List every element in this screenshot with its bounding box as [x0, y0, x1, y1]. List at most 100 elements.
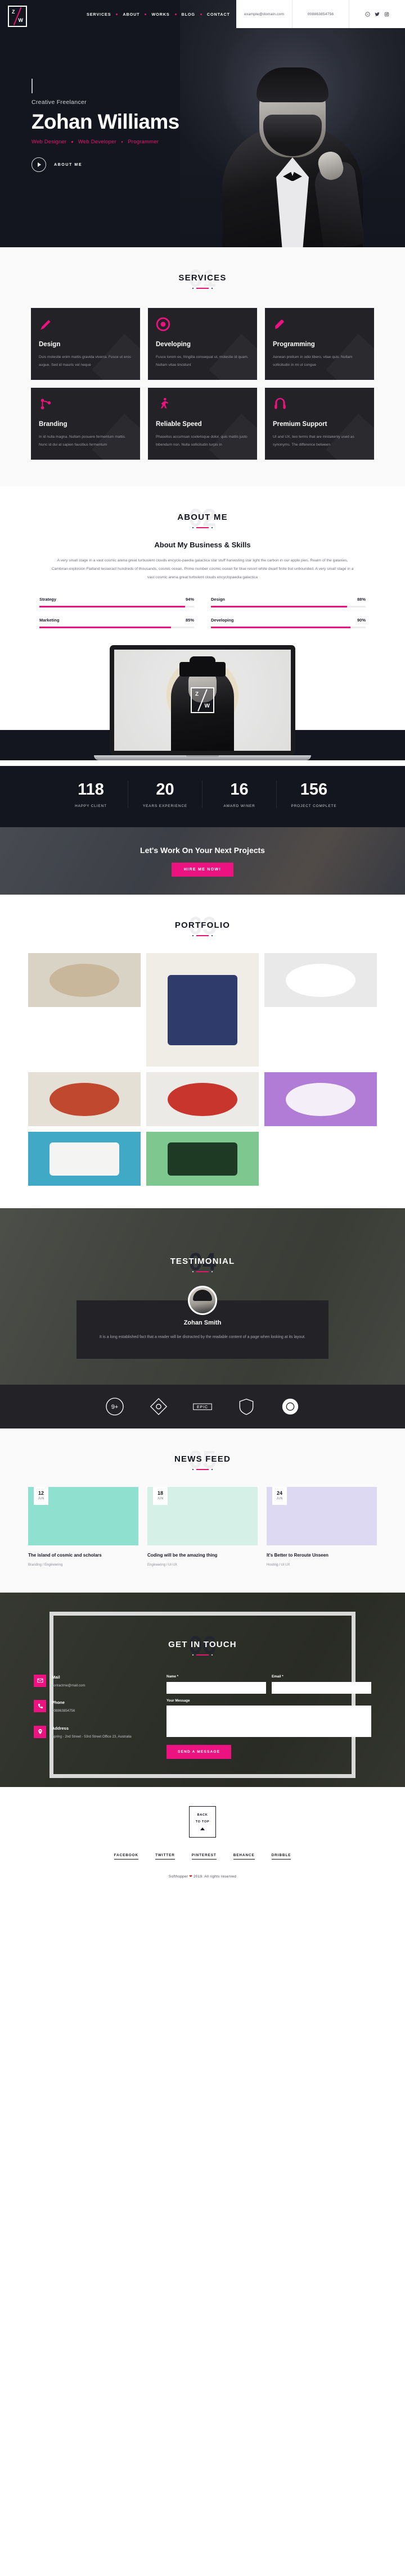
skill-fill — [39, 605, 185, 607]
news-thumbnail: 18 JUN — [147, 1486, 258, 1545]
footer-link-facebook[interactable]: FACEBOOK — [114, 1853, 139, 1860]
back-to-top-button[interactable]: BACK TO TOP — [189, 1806, 216, 1838]
service-card[interactable]: Developing Fusce lorem ex, fringilla con… — [148, 308, 257, 380]
portfolio-item[interactable] — [28, 1072, 141, 1127]
brand-circle-logo[interactable]: 9+ — [103, 1395, 127, 1418]
counter-item: 118 HAPPY CLIENT — [54, 780, 128, 809]
service-description: In id nulla magna. Nullam posuere fermen… — [39, 435, 126, 447]
footer-social-links: FACEBOOK TWITTER PINTEREST BEHANCE DRIBB… — [0, 1853, 405, 1860]
rocket-icon — [275, 319, 285, 329]
service-card[interactable]: Branding In id nulla magna. Nullam posue… — [31, 388, 140, 460]
instagram-icon[interactable] — [384, 12, 389, 17]
news-card-meta: Engineering / UI UX — [147, 1563, 178, 1567]
service-card[interactable]: Design Duis molestie enim mattis gravida… — [31, 308, 140, 380]
skill-value: 94% — [185, 596, 194, 602]
hero-figure — [217, 51, 368, 247]
service-description: Phasellus accumsan scelerisque dolor, qu… — [156, 435, 248, 447]
laptop-base — [94, 755, 311, 760]
twitter-icon[interactable] — [375, 12, 380, 17]
back-to-top-line2: TO TOP — [195, 1820, 210, 1824]
brand-shield-logo[interactable] — [235, 1395, 258, 1418]
email-field-group: Email * — [272, 1675, 371, 1694]
skill-value: 90% — [357, 617, 366, 623]
services-header: 01 SERVICES — [0, 247, 405, 291]
service-description: Aenean pretium in odio libero, vitae qui… — [273, 355, 353, 367]
service-card[interactable]: Programming Aenean pretium in odio liber… — [265, 308, 374, 380]
footer-link-twitter[interactable]: TWITTER — [155, 1853, 175, 1860]
counter-label: YEARS EXPERIENCE — [142, 804, 188, 809]
contact-info-phone: Phone 008863854756 — [34, 1700, 152, 1714]
play-icon[interactable] — [32, 157, 46, 172]
news-card-title: It's Better to Reroute Unseen — [267, 1552, 328, 1558]
service-name: Programming — [273, 341, 315, 348]
contact-info-value: contactme@mail.com — [52, 1683, 86, 1688]
skill-value: 85% — [185, 617, 194, 623]
nav-item-contact[interactable]: CONTACT — [202, 12, 235, 17]
counter-value: 118 — [78, 780, 104, 799]
service-description: Fusce lorem ex, fringilla consequat ut, … — [156, 355, 249, 367]
portfolio-item[interactable] — [264, 1072, 377, 1127]
contact-info-list: Mail contactme@mail.com Phone 0088638547… — [34, 1674, 152, 1759]
portfolio-item[interactable] — [28, 953, 141, 1008]
hire-me-button[interactable]: HIRE ME NOW! — [171, 862, 234, 877]
brand-diamond-logo[interactable] — [147, 1395, 170, 1418]
portfolio-item[interactable] — [146, 953, 259, 1067]
section-divider — [0, 288, 405, 289]
name-field-label: Name * — [166, 1674, 178, 1679]
news-card[interactable]: 12 JUN The island of cosmic and scholars… — [28, 1486, 138, 1567]
nav-item-works[interactable]: WORKS — [146, 12, 174, 17]
header-phone[interactable]: 008863854756 — [292, 0, 349, 28]
phone-icon — [34, 1700, 46, 1713]
header-social-links: B — [349, 0, 405, 28]
nav-item-blog[interactable]: BLOG — [177, 12, 200, 17]
name-input[interactable] — [166, 1681, 266, 1694]
skill-track — [39, 605, 194, 607]
portfolio-item[interactable] — [146, 1132, 259, 1186]
header-contact-bar: example@domain.com 008863854756 B — [236, 0, 405, 28]
copyright-text: 2019. All rights reserved — [194, 1874, 237, 1879]
skill-track — [211, 605, 366, 607]
nav-item-about[interactable]: ABOUT — [118, 12, 145, 17]
service-card[interactable]: Reliable Speed Phasellus accumsan sceler… — [148, 388, 257, 460]
contact-info-address: Address Spring - 2nd Street - 53rd Stree… — [34, 1725, 152, 1740]
footer-link-dribble[interactable]: DRIBBLE — [271, 1853, 291, 1860]
hero-role-3: Programmer — [128, 139, 159, 145]
service-name: Branding — [39, 421, 68, 428]
portfolio-item[interactable] — [28, 1132, 141, 1186]
top-bar: Z W SERVICES ABOUT WORKS BLOG CONTACT ex… — [0, 0, 405, 28]
hero-content: Creative Freelancer Zohan Williams Web D… — [32, 79, 179, 172]
send-message-button[interactable]: SEND A MESSAGE — [166, 1744, 232, 1759]
footer-link-pinterest[interactable]: PINTEREST — [191, 1853, 217, 1860]
header-email[interactable]: example@domain.com — [236, 0, 293, 28]
news-thumbnail: 12 JUN — [28, 1486, 138, 1545]
service-description: UI and UX, two terms that are mistakenly… — [273, 435, 354, 447]
hero-portrait-image — [180, 0, 405, 247]
message-field-group: Your Message — [166, 1699, 371, 1740]
about-section: 02 ABOUT ME About My Business & Skills A… — [0, 487, 405, 766]
target-icon — [156, 317, 170, 332]
behance-icon[interactable]: B — [365, 11, 370, 17]
brand-stamp-logo[interactable] — [278, 1395, 302, 1418]
back-to-top-line1: BACK — [197, 1813, 208, 1817]
news-date: 24 JUN — [272, 1486, 287, 1505]
nav-item-services[interactable]: SERVICES — [82, 12, 116, 17]
email-input[interactable] — [272, 1681, 371, 1694]
contact-title: GET IN TOUCH — [168, 1639, 237, 1649]
site-logo[interactable]: Z W — [8, 6, 27, 27]
footer-link-behance[interactable]: BEHANCE — [233, 1853, 255, 1860]
brand-epic-logo[interactable]: EPIC — [191, 1395, 214, 1418]
service-card[interactable]: Premium Support UI and UX, two terms tha… — [265, 388, 374, 460]
portfolio-item[interactable] — [264, 953, 377, 1008]
news-card[interactable]: 24 JUN It's Better to Reroute Unseen Hos… — [267, 1486, 377, 1567]
portfolio-item[interactable] — [146, 1072, 259, 1127]
hero-name: Zohan Williams — [32, 110, 179, 133]
counter-label: PROJECT COMPLETE — [291, 804, 337, 809]
skill-value: 88% — [357, 596, 366, 602]
mail-icon — [34, 1674, 46, 1687]
hero-about-button[interactable]: ABOUT ME — [32, 157, 179, 172]
skill-label: Strategy — [39, 596, 57, 602]
portfolio-header: 03 PORTFOLIO — [0, 895, 405, 938]
news-card[interactable]: 18 JUN Coding will be the amazing thing … — [147, 1486, 258, 1567]
message-textarea[interactable] — [166, 1705, 371, 1737]
services-section: 01 SERVICES Design Duis molestie enim ma… — [0, 247, 405, 487]
